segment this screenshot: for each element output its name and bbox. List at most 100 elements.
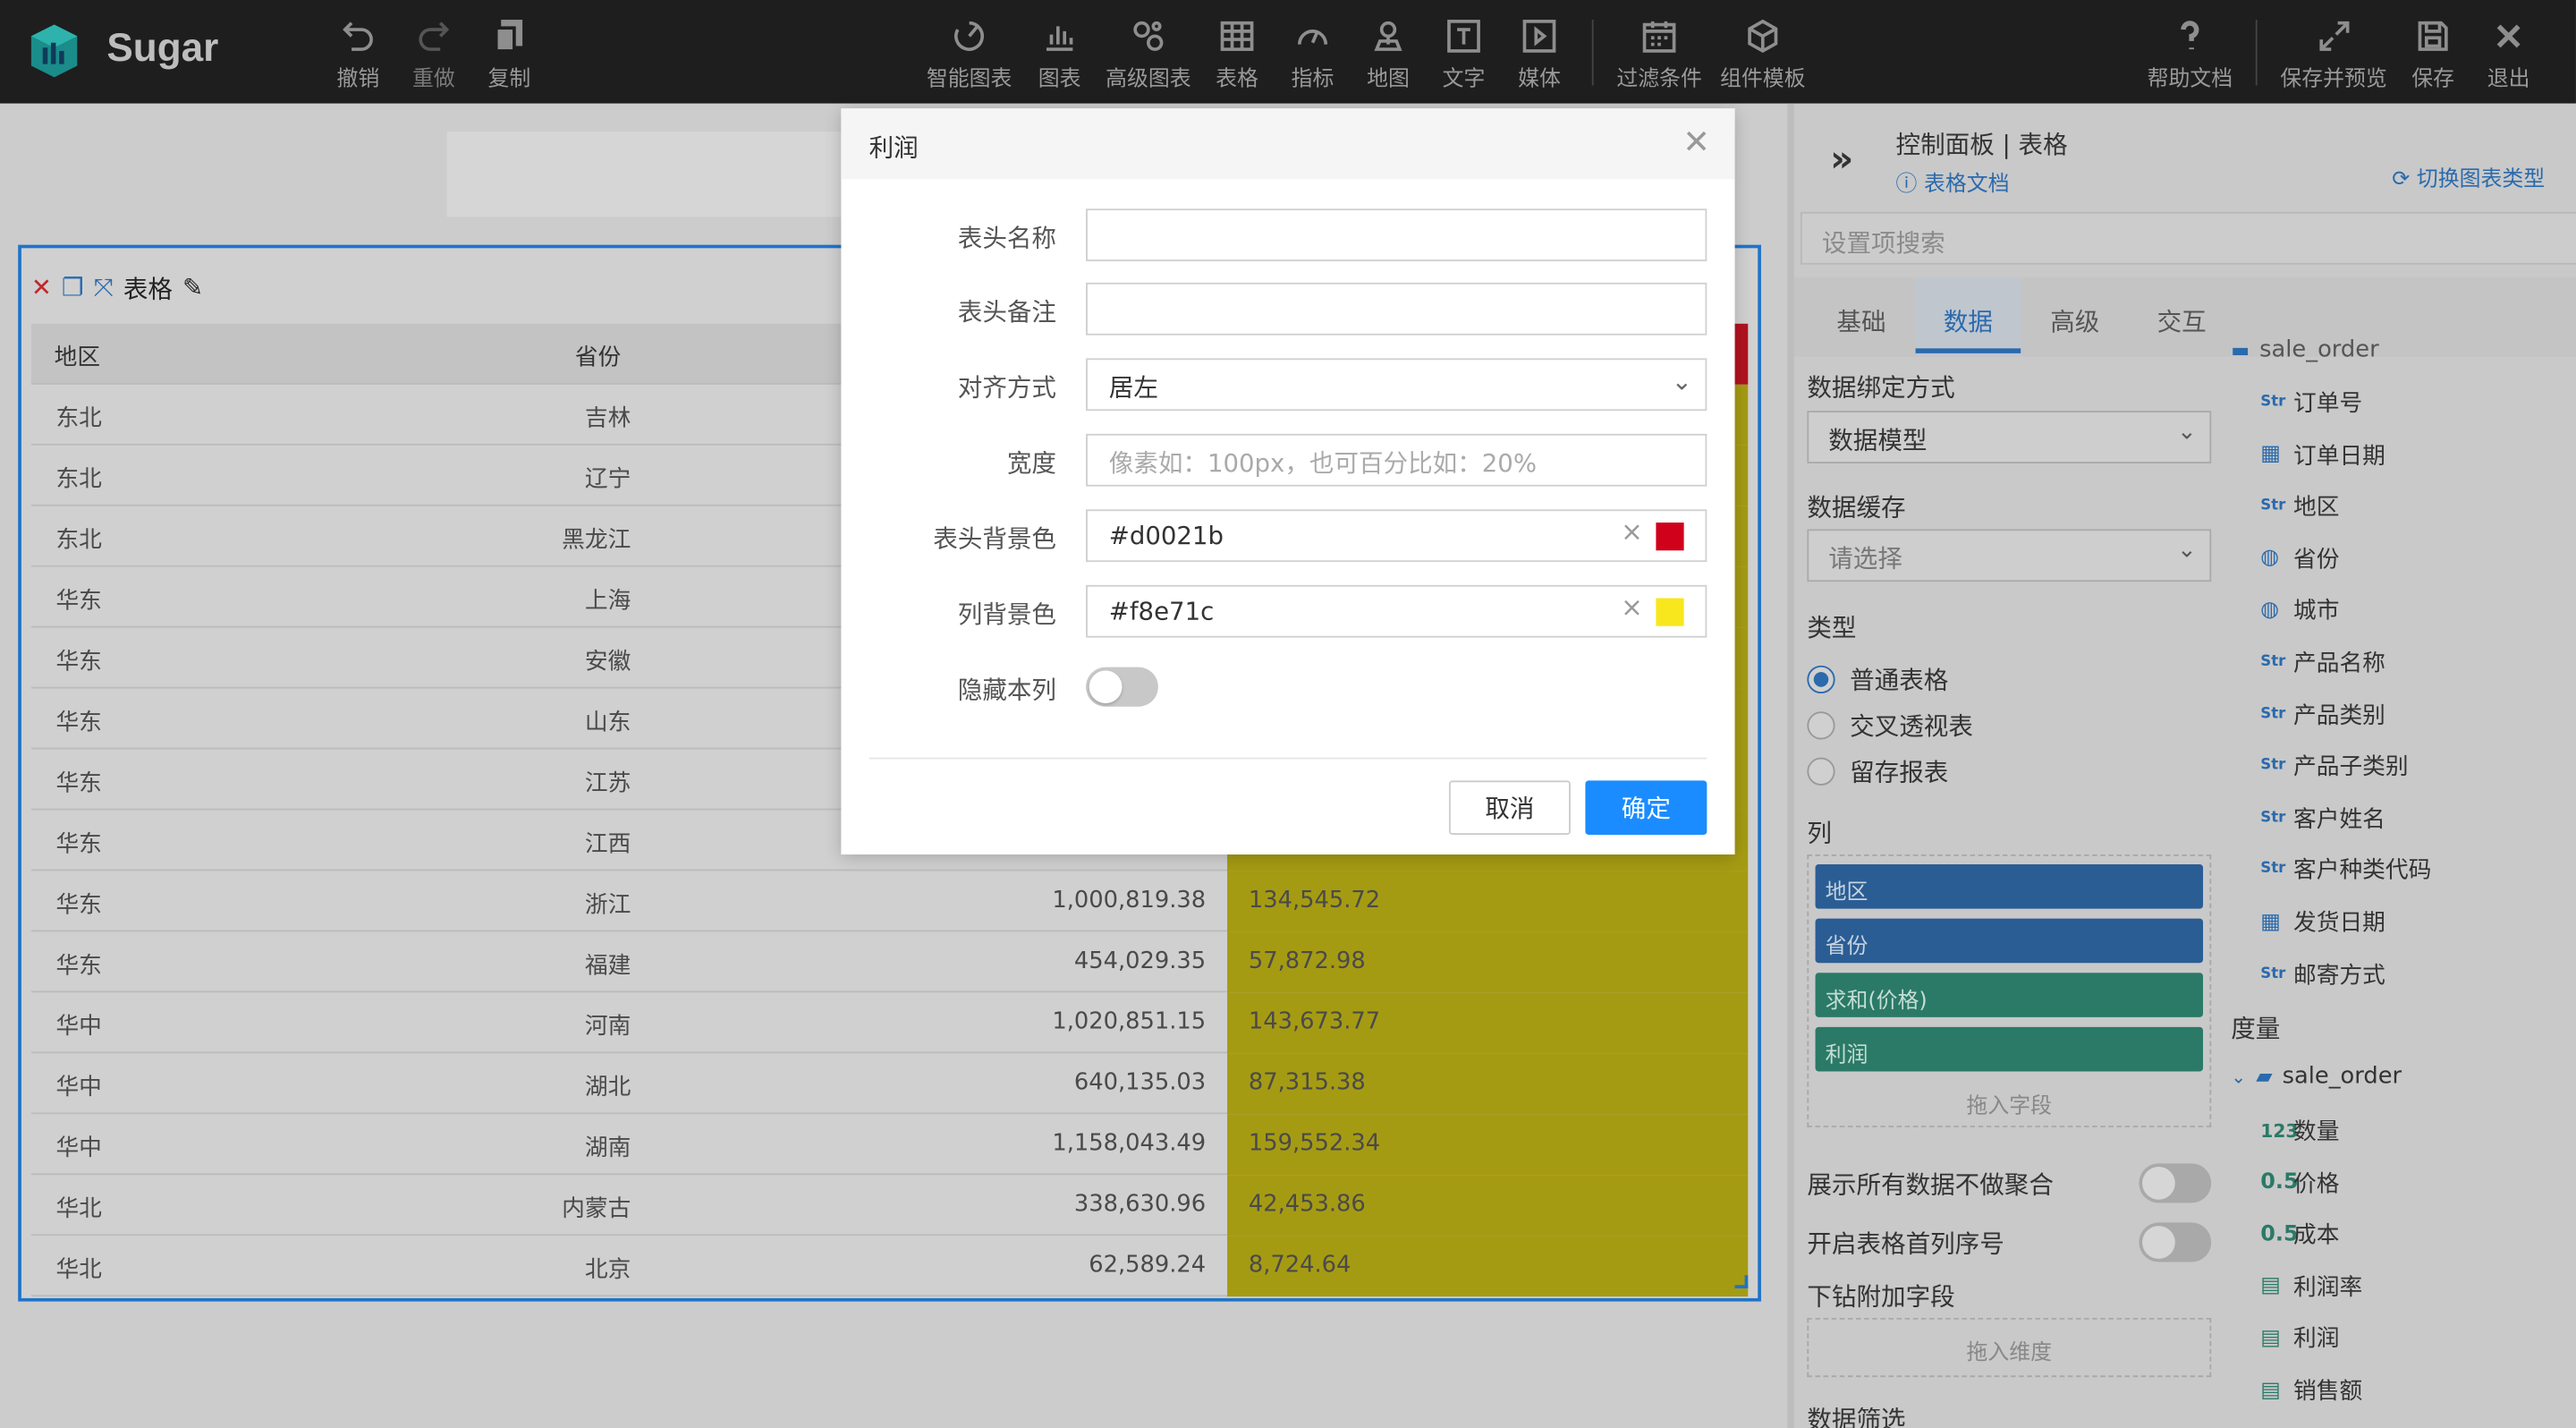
map-button[interactable]: 地图 (1367, 16, 1410, 92)
width-input[interactable]: 像素如：100px，也可百分比如：20% (1086, 433, 1707, 487)
table-doc-link[interactable]: ⓘ 表格文档 (1896, 166, 2010, 198)
folder-icon: ▬ (2231, 338, 2250, 362)
settings-search-input[interactable]: 设置项搜索 (1801, 211, 2576, 265)
dimension-field[interactable]: Str 客户姓名 (2260, 802, 2385, 835)
drill-drop-zone[interactable]: 拖入维度 (1807, 1317, 2212, 1378)
dimension-field[interactable]: Str 客户种类代码 (2260, 854, 2431, 887)
dimension-field[interactable]: Str 地区 (2260, 490, 2339, 523)
cell-province: 内蒙古 (562, 1196, 631, 1223)
cell-province: 湖南 (584, 1135, 631, 1162)
undo-button[interactable]: 撤销 (337, 16, 379, 92)
component-template-button[interactable]: 组件模板 (1720, 16, 1806, 92)
hide-column-toggle[interactable] (1086, 667, 1158, 707)
indicator-button[interactable]: 指标 (1292, 16, 1334, 92)
cell-profit: 8,724.64 (1248, 1252, 1352, 1279)
table-icon (1220, 21, 1254, 51)
header-bg-input[interactable]: #d0021b × (1086, 509, 1707, 563)
header-bg-color-swatch[interactable] (1656, 523, 1684, 551)
dataset-folder-top[interactable]: ▬ sale_order (2231, 337, 2378, 363)
delete-widget-icon[interactable]: ✕ (31, 276, 52, 302)
data-filter-label: 数据筛选 (1807, 1405, 1906, 1428)
copy-button[interactable]: 复制 (487, 16, 530, 92)
save-preview-button[interactable]: 保存并预览 (2280, 16, 2387, 92)
edit-title-icon[interactable]: ✎ (182, 276, 203, 302)
dimension-field[interactable]: ◍ 城市 (2260, 594, 2339, 627)
tab-data[interactable]: 数据 (1944, 304, 1993, 339)
drop-field-hint: 拖入字段 (1966, 1094, 2053, 1119)
dimension-field-label: 发货日期 (2293, 910, 2385, 937)
measure-field[interactable]: 0.5 价格 (2260, 1166, 2339, 1199)
align-select[interactable]: 居左 ⌄ (1086, 358, 1707, 412)
resize-handle[interactable] (1734, 1275, 1749, 1288)
cell-price: 1,020,851.15 (1052, 1008, 1207, 1036)
table-row[interactable]: 华北 北京 62,589.24 8,724.64 (30, 1236, 1749, 1297)
dimension-field[interactable]: Str 产品类别 (2260, 698, 2385, 731)
column-header-province[interactable]: 省份 (575, 340, 621, 373)
filter-button[interactable]: 过滤条件 (1616, 16, 1702, 92)
confirm-button[interactable]: 确定 (1585, 780, 1707, 835)
col-bg-color-swatch[interactable] (1656, 598, 1684, 626)
dimension-field[interactable]: Str 产品名称 (2260, 646, 2385, 679)
column-header-region[interactable]: 地区 (55, 340, 100, 373)
col-bg-input[interactable]: #f8e71c × (1086, 584, 1707, 638)
clear-icon[interactable]: × (1621, 594, 1643, 621)
chart-button[interactable]: 图表 (1038, 16, 1081, 92)
fullscreen-widget-icon[interactable]: ⤧ (94, 276, 114, 302)
columns-drop-zone[interactable]: 地区 省份 求和(价格) 利润 拖入字段 (1807, 854, 2212, 1127)
table-row[interactable]: 华中 湖南 1,158,043.49 159,552.34 (30, 1114, 1749, 1176)
measure-field[interactable]: ▤ 销售额 (2260, 1373, 2362, 1407)
dimension-field-label: 客户姓名 (2293, 806, 2385, 833)
header-name-input[interactable] (1086, 208, 1707, 262)
dimension-field[interactable]: ▦ 发货日期 (2260, 905, 2385, 939)
tab-advanced[interactable]: 高级 (2050, 304, 2099, 339)
tab-interaction[interactable]: 交互 (2157, 304, 2207, 339)
measure-field[interactable]: 0.5 成本 (2260, 1218, 2339, 1251)
smart-chart-button[interactable]: 智能图表 (927, 16, 1012, 92)
dimension-field[interactable]: ▦ 订单日期 (2260, 438, 2385, 472)
column-chip-region[interactable]: 地区 (1815, 864, 2204, 909)
media-button[interactable]: 媒体 (1518, 16, 1561, 92)
no-aggregate-toggle[interactable] (2139, 1163, 2212, 1203)
clear-icon[interactable]: × (1621, 518, 1643, 545)
redo-button[interactable]: 重做 (412, 16, 455, 92)
exit-button[interactable]: 退出 (2487, 16, 2530, 92)
radio-retention-report[interactable]: 留存报表 (1807, 754, 1948, 789)
redo-icon (419, 21, 450, 51)
advanced-chart-button[interactable]: 高级图表 (1106, 16, 1191, 92)
measure-field[interactable]: 123 数量 (2260, 1114, 2339, 1147)
table-row[interactable]: 华东 浙江 1,000,819.38 134,545.72 (30, 871, 1749, 932)
column-chip-province[interactable]: 省份 (1815, 918, 2204, 964)
cache-select[interactable]: 请选择 ⌄ (1807, 529, 2212, 582)
table-row[interactable]: 华北 内蒙古 338,630.96 42,453.86 (30, 1175, 1749, 1237)
column-chip-price-sum[interactable]: 求和(价格) (1815, 973, 2204, 1017)
table-row[interactable]: 华东 福建 454,029.35 57,872.98 (30, 931, 1749, 993)
text-button[interactable]: 文字 (1443, 16, 1485, 92)
table-row[interactable]: 华中 河南 1,020,851.15 143,673.77 (30, 992, 1749, 1054)
sequence-toggle[interactable] (2139, 1222, 2212, 1262)
radio-pivot-table[interactable]: 交叉透视表 (1807, 709, 1973, 744)
table-button[interactable]: 表格 (1216, 16, 1258, 92)
radio-normal-table[interactable]: 普通表格 (1807, 662, 1948, 697)
duplicate-widget-icon[interactable]: ❐ (62, 276, 84, 302)
dimension-field[interactable]: Str 订单号 (2260, 387, 2362, 420)
measures-dataset-folder[interactable]: ⌄ ▰ sale_order (2231, 1063, 2402, 1089)
switch-chart-type-link[interactable]: ⟳ 切换图表类型 (2392, 161, 2545, 192)
tab-basic[interactable]: 基础 (1836, 304, 1885, 339)
column-chip-profit[interactable]: 利润 (1815, 1026, 2204, 1072)
cancel-button[interactable]: 取消 (1448, 780, 1571, 835)
header-note-input[interactable] (1086, 282, 1707, 336)
binding-mode-select[interactable]: 数据模型 ⌄ (1807, 411, 2212, 463)
dimension-field[interactable]: Str 邮寄方式 (2260, 957, 2385, 990)
close-icon[interactable]: ✕ (1682, 125, 1710, 158)
table-row[interactable]: 华中 湖北 640,135.03 87,315.38 (30, 1053, 1749, 1115)
dimension-field[interactable]: ◍ 省份 (2260, 542, 2339, 575)
collapse-panel-icon[interactable]: » (1830, 140, 1853, 181)
measure-field[interactable]: ▤ 利润 (2260, 1322, 2339, 1355)
hide-column-label: 隐藏本列 (957, 675, 1056, 705)
save-button[interactable]: 保存 (2411, 16, 2454, 92)
dimension-field[interactable]: Str 产品子类别 (2260, 750, 2408, 783)
help-doc-button[interactable]: 帮助文档 (2148, 16, 2233, 92)
canvas-title-placeholder[interactable] (446, 131, 858, 217)
measure-field[interactable]: ▤ 利润率 (2260, 1270, 2362, 1303)
media-icon (1522, 20, 1556, 53)
